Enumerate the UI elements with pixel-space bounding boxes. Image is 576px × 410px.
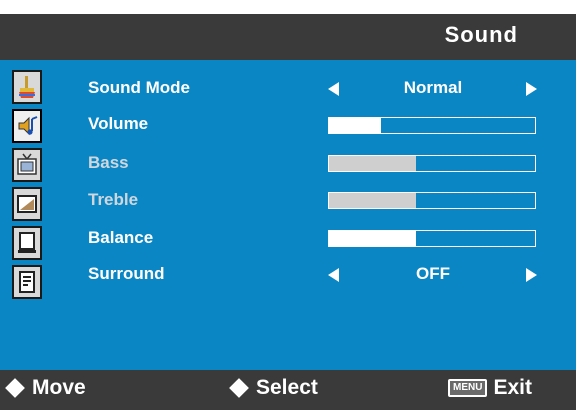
menu-key-icon: MENU — [448, 379, 488, 397]
move-hint: Move — [5, 376, 86, 400]
balance-slider-fill — [329, 231, 416, 246]
bass-slider-fill — [329, 156, 416, 171]
surround-prev-arrow-icon[interactable] — [328, 268, 339, 282]
exit-hint[interactable]: MENU Exit — [448, 376, 532, 400]
surround-next-arrow-icon[interactable] — [526, 268, 537, 282]
diamond-icon — [229, 378, 249, 398]
picture-paint-icon[interactable] — [12, 70, 42, 104]
diamond-icon — [5, 378, 25, 398]
surround-value[interactable]: OFF — [373, 264, 493, 284]
screen-icon[interactable] — [12, 187, 42, 221]
sound-mode-next-arrow-icon[interactable] — [526, 82, 537, 96]
volume-slider-fill — [329, 118, 381, 133]
sound-speaker-icon[interactable] — [12, 109, 42, 143]
move-hint-label: Move — [32, 376, 86, 399]
exit-hint-label: Exit — [493, 376, 532, 399]
sound-mode-label: Sound Mode — [88, 78, 190, 97]
sound-osd-menu: Sound Sound Mode Normal Volume Bass Treb… — [0, 0, 576, 410]
bass-slider[interactable] — [328, 155, 536, 172]
sound-mode-prev-arrow-icon[interactable] — [328, 82, 339, 96]
treble-slider[interactable] — [328, 192, 536, 209]
footer-bar: Move Select MENU Exit — [0, 370, 576, 410]
tv-channel-icon[interactable] — [12, 148, 42, 182]
volume-slider[interactable] — [328, 117, 536, 134]
setup-document-icon[interactable] — [12, 265, 42, 299]
treble-label: Treble — [88, 190, 139, 209]
select-hint-label: Select — [256, 376, 318, 399]
header-bar: Sound — [0, 14, 576, 60]
content-area — [0, 60, 576, 370]
bass-label: Bass — [88, 153, 129, 172]
page-title: Sound — [444, 22, 518, 47]
surround-label: Surround — [88, 264, 165, 283]
top-band — [0, 0, 576, 14]
sound-mode-value[interactable]: Normal — [373, 78, 493, 98]
volume-label: Volume — [88, 114, 149, 133]
select-hint: Select — [229, 376, 318, 400]
monitor-icon[interactable] — [12, 226, 42, 260]
balance-slider[interactable] — [328, 230, 536, 247]
balance-label: Balance — [88, 228, 154, 247]
treble-slider-fill — [329, 193, 416, 208]
